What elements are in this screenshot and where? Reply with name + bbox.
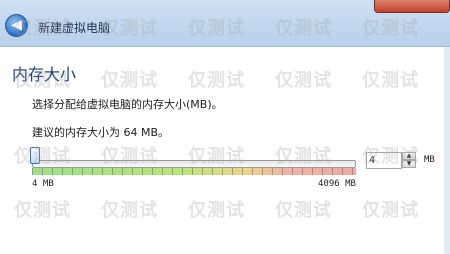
memory-slider-thumb[interactable] bbox=[30, 147, 40, 164]
page-heading: 内存大小 bbox=[12, 65, 77, 84]
wizard-title-bar: ◀ 新建虚拟电脑 bbox=[0, 0, 450, 47]
memory-slider-ticks bbox=[32, 168, 356, 175]
spin-down-button[interactable]: ▼ bbox=[402, 160, 416, 168]
memory-unit-label: MB bbox=[424, 155, 435, 165]
window-close-button[interactable] bbox=[374, 0, 450, 13]
spin-down-icon: ▼ bbox=[406, 160, 412, 167]
back-arrow-icon: ◀ bbox=[11, 17, 22, 33]
wizard-title: 新建虚拟电脑 bbox=[38, 21, 111, 35]
min-memory-label: 4 MB bbox=[32, 179, 54, 189]
max-memory-label: 4096 MB bbox=[318, 179, 356, 189]
memory-slider-track[interactable] bbox=[32, 160, 356, 168]
memory-size-page: 内存大小 选择分配给虚拟电脑的内存大小(MB)。 建议的内存大小为 64 MB。… bbox=[0, 47, 450, 254]
memory-size-input[interactable] bbox=[366, 152, 402, 169]
instruction-text: 选择分配给虚拟电脑的内存大小(MB)。 bbox=[32, 98, 223, 111]
spin-up-button[interactable]: ▲ bbox=[402, 152, 416, 160]
spin-up-icon: ▲ bbox=[406, 152, 412, 159]
recommendation-text: 建议的内存大小为 64 MB。 bbox=[32, 126, 170, 139]
back-arrow-button[interactable]: ◀ bbox=[5, 14, 28, 37]
